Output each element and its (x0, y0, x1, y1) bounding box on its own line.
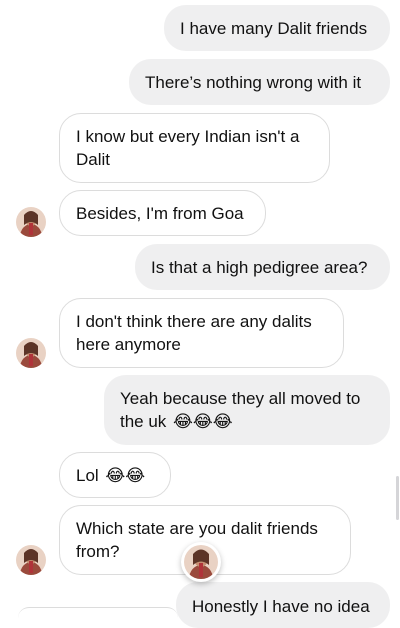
sender-avatar-icon[interactable] (16, 545, 46, 575)
scrollbar[interactable] (396, 476, 399, 520)
outgoing-message-bubble[interactable]: Yeah because they all moved to the uk 😂😂… (104, 375, 390, 445)
incoming-message-bubble[interactable]: I don't think there are any dalits here … (59, 298, 344, 368)
message-text: I have many Dalit friends (180, 18, 368, 38)
sender-avatar-icon[interactable] (16, 338, 46, 368)
sender-avatar-icon[interactable] (16, 207, 46, 237)
message-text: Lol (76, 465, 99, 485)
message-text: There’s nothing wrong with it (145, 72, 362, 92)
message-text: Honestly I have no idea (192, 597, 370, 616)
outgoing-message-bubble[interactable]: Is that a high pedigree area? (135, 244, 390, 290)
message-text: Yeah because they all moved to the uk (120, 389, 361, 431)
message-thread[interactable]: I have many Dalit friends There’s nothin… (0, 0, 400, 628)
outgoing-message-bubble[interactable]: There’s nothing wrong with it (129, 59, 390, 105)
outgoing-message-bubble[interactable]: I have many Dalit friends (164, 5, 390, 51)
message-text: Besides, I'm from Goa (76, 203, 244, 223)
incoming-message-bubble[interactable]: I know but every Indian isn't a Dalit (59, 113, 330, 183)
face-with-tears-of-joy-icon: 😂😂😂 (173, 412, 233, 433)
face-with-tears-of-joy-icon: 😂😂 (105, 465, 146, 486)
message-text: I don't think there are any dalits here … (76, 312, 312, 354)
outgoing-message-bubble[interactable]: Honestly I have no idea (176, 582, 390, 628)
message-text: Is that a high pedigree area? (151, 257, 368, 277)
message-text-with-emoji: Lol 😂😂 (76, 464, 145, 487)
message-composer-edge (18, 607, 178, 618)
incoming-message-bubble[interactable]: Besides, I'm from Goa (59, 190, 266, 236)
incoming-message-bubble[interactable]: Lol 😂😂 (59, 452, 171, 498)
message-text-with-emoji: Yeah because they all moved to the uk 😂😂… (120, 387, 374, 433)
message-text: I know but every Indian isn't a Dalit (76, 127, 300, 169)
seen-avatar-icon (181, 542, 221, 582)
